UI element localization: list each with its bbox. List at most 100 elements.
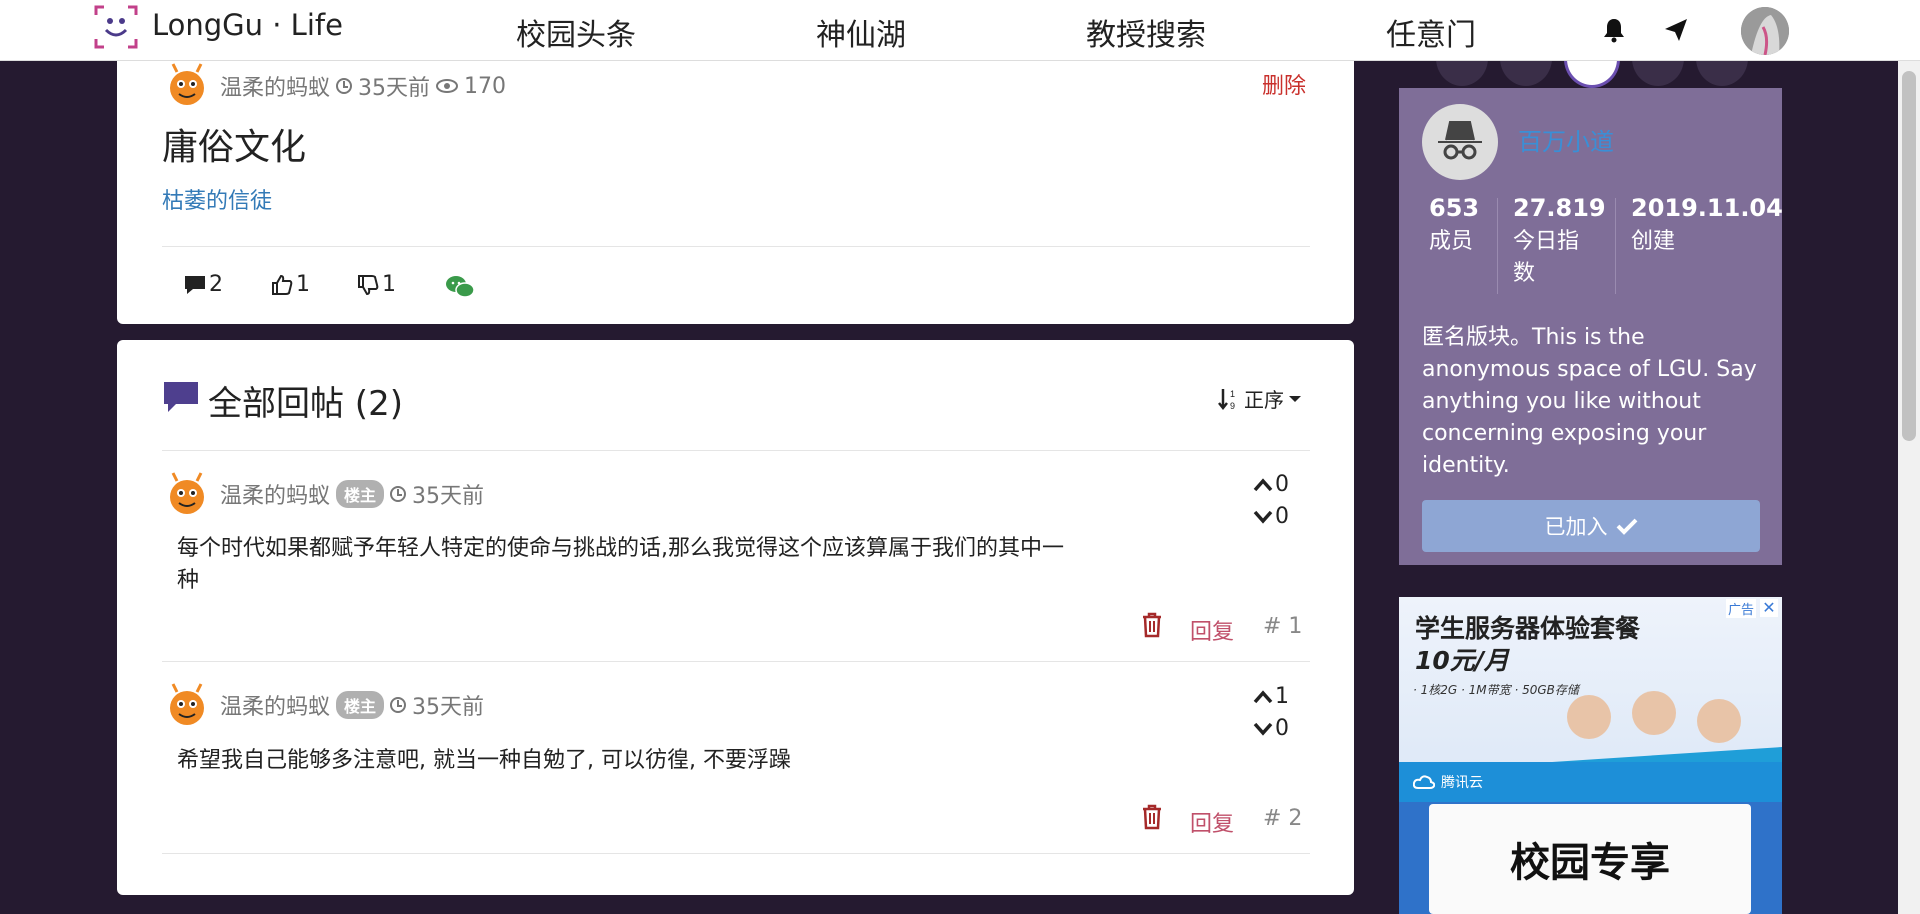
comment-icon: [185, 275, 205, 294]
scrollbar-track[interactable]: [1898, 61, 1920, 914]
member-count: 653: [1429, 194, 1480, 222]
board-description: 匿名版块。This is the anonymous space of LGU.…: [1422, 322, 1757, 482]
post-meta: 温柔的蚂蚁 35天前 170: [220, 70, 506, 102]
clock-icon: [390, 486, 407, 502]
nav-any-door[interactable]: 任意门: [1386, 10, 1476, 54]
stat-separator: [1497, 198, 1498, 294]
like-count: 1: [296, 272, 310, 297]
divider: [162, 450, 1310, 451]
op-badge: 楼主: [336, 691, 385, 719]
brand-name[interactable]: LongGu · Life: [152, 8, 343, 42]
upvote-button[interactable]: 0: [1253, 472, 1289, 497]
floor-number: # 1: [1263, 614, 1303, 639]
clock-icon: [336, 78, 353, 94]
reply-content: 每个时代如果都赋予年轻人特定的使命与挑战的话,那么我觉得这个应该算属于我们的其中…: [177, 533, 1064, 597]
trash-icon[interactable]: [1141, 612, 1163, 638]
downvote-button[interactable]: 0: [1253, 504, 1289, 529]
nav-shenxian-lake[interactable]: 神仙湖: [816, 10, 906, 54]
svg-text:9: 9: [1230, 401, 1235, 411]
chevron-down-icon: [1253, 510, 1273, 524]
reply-author-name[interactable]: 温柔的蚂蚁: [220, 689, 330, 721]
nav-professor-search[interactable]: 教授搜索: [1086, 10, 1206, 54]
post-tag-link[interactable]: 枯萎的信徒: [162, 183, 272, 215]
sort-icon: 19: [1218, 388, 1235, 411]
chat-bubble-icon: [164, 382, 198, 412]
thumbs-down-icon: [358, 274, 379, 295]
ad-headline: 学生服务器体验套餐: [1415, 614, 1641, 643]
reply-author-avatar[interactable]: [167, 680, 207, 726]
upvote-count: 0: [1275, 472, 1289, 497]
post-title: 庸俗文化: [162, 127, 307, 168]
comment-count-button[interactable]: 2: [183, 272, 223, 297]
today-index-label: 数: [1513, 261, 1536, 286]
send-icon[interactable]: [1662, 16, 1690, 44]
upvote-button[interactable]: 1: [1253, 684, 1289, 709]
sort-label: 正序: [1244, 388, 1284, 412]
reply-content: 希望我自己能够多注意吧, 就当一种自勉了, 可以彷徨, 不要浮躁: [177, 745, 791, 777]
reply-content-line: 希望我自己能够多注意吧, 就当一种自勉了, 可以彷徨, 不要浮躁: [177, 748, 791, 773]
advertisement[interactable]: 学生服务器体验套餐 10元/月 · 1核2G · 1M带宽 · 50GB存储 广…: [1399, 597, 1782, 914]
author-avatar[interactable]: [167, 60, 207, 106]
user-avatar[interactable]: [1741, 7, 1789, 55]
comment-count: 2: [209, 272, 223, 297]
clock-icon: [390, 697, 407, 713]
anonymous-avatar-icon: [1422, 104, 1498, 180]
downvote-button[interactable]: 0: [1253, 716, 1289, 741]
replies-title: 全部回帖 (2): [208, 384, 403, 424]
board-name-link[interactable]: 百万小道: [1518, 122, 1614, 157]
ad-specs: · 1核2G · 1M带宽 · 50GB存储: [1413, 683, 1579, 697]
upvote-count: 1: [1275, 684, 1289, 709]
reply-button[interactable]: 回复: [1190, 806, 1234, 838]
longgu-logo-icon[interactable]: [94, 5, 138, 49]
description-line: anonymous space of LGU. Say: [1422, 357, 1757, 382]
joined-button[interactable]: 已加入: [1422, 500, 1760, 552]
author-name[interactable]: 温柔的蚂蚁: [220, 70, 330, 102]
reply-content-line: 种: [177, 568, 200, 593]
checkmark-icon: [1616, 518, 1637, 535]
divider: [162, 661, 1310, 662]
eye-icon: [436, 79, 459, 93]
created-date: 2019.11.04: [1631, 194, 1783, 222]
scrollbar-thumb[interactable]: [1902, 71, 1916, 441]
reply-meta: 温柔的蚂蚁 楼主 35天前: [220, 478, 484, 510]
nav-campus-headlines[interactable]: 校园头条: [516, 10, 636, 54]
sort-dropdown[interactable]: 19 正序: [1218, 384, 1302, 413]
reply-author-avatar[interactable]: [167, 469, 207, 515]
ad-provider-bar: 腾讯云: [1399, 762, 1782, 802]
dislike-button[interactable]: 1: [356, 272, 396, 297]
reply-meta: 温柔的蚂蚁 楼主 35天前: [220, 689, 484, 721]
bell-icon[interactable]: [1600, 16, 1628, 44]
thumbs-up-icon: [272, 274, 293, 295]
op-badge: 楼主: [336, 480, 385, 508]
view-count: 170: [464, 73, 507, 99]
replies-card: 全部回帖 (2) 19 正序 温柔的蚂蚁 楼主 35天前 0 0 每个时代如果都…: [117, 340, 1354, 895]
top-navbar: LongGu · Life 校园头条 神仙湖 教授搜索 任意门: [0, 0, 1920, 61]
created-label: 创建: [1631, 229, 1676, 254]
today-index: 27.819: [1513, 194, 1606, 222]
chevron-down-icon: [1253, 722, 1273, 736]
downvote-count: 0: [1275, 504, 1289, 529]
ad-price: 10元/月: [1415, 646, 1509, 675]
chevron-up-icon: [1253, 477, 1273, 491]
reply-author-name[interactable]: 温柔的蚂蚁: [220, 478, 330, 510]
joined-label: 已加入: [1544, 515, 1608, 539]
divider: [162, 853, 1310, 854]
ad-provider: 腾讯云: [1441, 775, 1483, 791]
trash-icon[interactable]: [1141, 804, 1163, 830]
reply-button[interactable]: 回复: [1190, 614, 1234, 646]
downvote-count: 0: [1275, 716, 1289, 741]
description-line: anything you like without: [1422, 389, 1701, 414]
ad-tag: 广告: [1725, 599, 1756, 618]
member-label: 成员: [1429, 229, 1474, 254]
chevron-up-icon: [1253, 689, 1273, 703]
description-line: 匿名版块。This is the: [1422, 325, 1645, 350]
floor-number: # 2: [1263, 806, 1303, 831]
like-button[interactable]: 1: [270, 272, 310, 297]
svg-text:1: 1: [1230, 389, 1235, 399]
stat-separator: [1615, 198, 1616, 294]
description-line: identity.: [1422, 453, 1510, 478]
cloud-icon: [1413, 775, 1435, 789]
delete-button[interactable]: 删除: [1262, 68, 1306, 100]
wechat-share-icon[interactable]: [445, 274, 475, 300]
close-icon[interactable]: ✕: [1760, 599, 1778, 617]
